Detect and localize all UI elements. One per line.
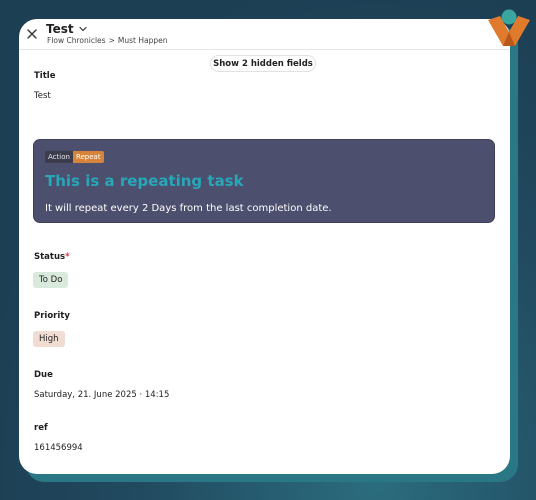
page-title: Test: [46, 22, 74, 36]
priority-label: Priority: [34, 311, 70, 321]
callout-tags: Action Repeat: [45, 151, 104, 163]
status-badge[interactable]: To Do: [33, 272, 69, 288]
due-label: Due: [34, 370, 53, 380]
close-button[interactable]: [25, 26, 39, 40]
breadcrumb-item[interactable]: Flow Chronicles: [47, 36, 106, 45]
breadcrumb: Flow Chronicles > Must Happen: [47, 36, 167, 45]
action-tag: Action: [45, 151, 73, 163]
repeat-callout: Action Repeat This is a repeating task I…: [33, 139, 495, 223]
chevron-down-icon: [79, 26, 87, 32]
callout-title: This is a repeating task: [45, 172, 244, 190]
title-dropdown[interactable]: Test: [46, 22, 88, 36]
title-value[interactable]: Test: [34, 91, 51, 101]
priority-badge[interactable]: High: [33, 331, 65, 347]
task-detail-dialog: Test Flow Chronicles > Must Happen Show …: [19, 19, 510, 474]
dialog-header: Test Flow Chronicles > Must Happen: [19, 19, 510, 50]
app-logo-icon: [488, 9, 530, 46]
repeat-tag: Repeat: [72, 151, 104, 163]
ref-value[interactable]: 161456994: [34, 443, 83, 453]
show-hidden-fields-button[interactable]: Show 2 hidden fields: [210, 55, 316, 72]
callout-text: It will repeat every 2 Days from the las…: [45, 203, 332, 214]
breadcrumb-item[interactable]: Must Happen: [118, 36, 168, 45]
status-label-text: Status: [34, 252, 66, 262]
close-icon: [27, 29, 37, 39]
required-marker: *: [65, 252, 70, 262]
due-value[interactable]: Saturday, 21. June 2025 · 14:15: [34, 390, 169, 400]
ref-label: ref: [34, 423, 48, 433]
breadcrumb-separator: >: [108, 36, 115, 45]
title-label: Title: [34, 71, 56, 81]
status-label: Status*: [34, 252, 70, 262]
